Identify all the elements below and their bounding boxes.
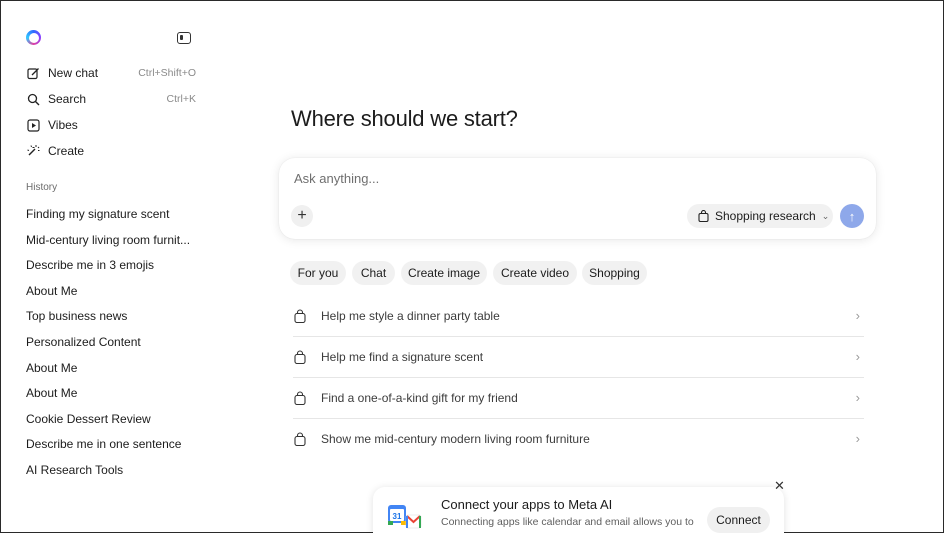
suggestion-item[interactable]: Help me find a signature scent ›	[293, 336, 864, 377]
history-item[interactable]: Cookie Dessert Review	[26, 412, 206, 426]
mode-label: Shopping research	[715, 209, 816, 223]
edit-icon	[26, 66, 40, 80]
nav-new-chat[interactable]: New chat Ctrl+Shift+O	[26, 63, 196, 83]
shopping-bag-icon	[294, 349, 306, 364]
chevron-down-icon: ⌄	[821, 210, 830, 221]
page-title: Where should we start?	[291, 106, 518, 131]
suggestion-item[interactable]: Help me style a dinner party table ›	[293, 295, 864, 336]
history-item[interactable]: Describe me in 3 emojis	[26, 258, 206, 272]
history-item[interactable]: AI Research Tools	[26, 463, 206, 477]
nav-create[interactable]: Create	[26, 141, 196, 161]
sidebar-toggle-icon[interactable]	[177, 32, 191, 44]
add-attachment-button[interactable]: +	[291, 205, 313, 227]
shortcut-hint: Ctrl+Shift+O	[138, 67, 196, 79]
suggestion-label: Help me style a dinner party table	[321, 308, 500, 323]
meta-ai-logo-icon[interactable]	[26, 30, 41, 45]
shortcut-hint: Ctrl+K	[166, 93, 196, 105]
history-item[interactable]: Personalized Content	[26, 335, 206, 349]
chevron-right-icon: ›	[855, 308, 860, 323]
close-icon[interactable]: ✕	[774, 478, 785, 494]
history-item[interactable]: Mid-century living room furnit...	[26, 233, 206, 247]
suggestion-item[interactable]: Find a one-of-a-kind gift for my friend …	[293, 377, 864, 418]
calendar-gmail-icon: 31	[387, 503, 422, 529]
chip-create-video[interactable]: Create video	[493, 261, 577, 285]
composer: + Shopping research ⌄ ↑	[279, 158, 876, 239]
suggestion-label: Help me find a signature scent	[321, 349, 484, 364]
connect-button[interactable]: Connect	[707, 507, 770, 533]
nav-label: Search	[48, 92, 87, 106]
chevron-right-icon: ›	[855, 349, 860, 364]
nav-label: Vibes	[48, 118, 78, 132]
chip-create-image[interactable]: Create image	[401, 261, 487, 285]
play-icon	[26, 118, 40, 132]
suggestion-item[interactable]: Show me mid-century modern living room f…	[293, 418, 864, 459]
sidebar: New chat Ctrl+Shift+O Search Ctrl+K Vibe…	[1, 1, 211, 533]
sparkle-icon	[26, 144, 40, 158]
nav-search[interactable]: Search Ctrl+K	[26, 89, 196, 109]
shopping-bag-icon	[294, 390, 306, 405]
suggestion-label: Find a one-of-a-kind gift for my friend	[321, 390, 518, 405]
history-heading: History	[26, 182, 58, 193]
search-icon	[26, 92, 40, 106]
history-item[interactable]: About Me	[26, 386, 206, 400]
nav-vibes[interactable]: Vibes	[26, 115, 196, 135]
card-title: Connect your apps to Meta AI	[441, 497, 613, 512]
history-item[interactable]: About Me	[26, 284, 206, 298]
connect-apps-card: 31 Connect your apps to Meta AI Connecti…	[373, 487, 784, 533]
history-item[interactable]: Finding my signature scent	[26, 207, 206, 221]
chip-shopping[interactable]: Shopping	[582, 261, 647, 285]
shopping-bag-icon	[294, 431, 306, 446]
history-item[interactable]: Describe me in one sentence	[26, 437, 206, 451]
mode-selector[interactable]: Shopping research ⌄	[687, 204, 833, 228]
chevron-right-icon: ›	[855, 431, 860, 446]
nav-label: Create	[48, 144, 85, 158]
prompt-input[interactable]	[294, 171, 694, 186]
nav-label: New chat	[48, 66, 99, 80]
history-item[interactable]: Top business news	[26, 309, 206, 323]
plus-icon: +	[297, 207, 307, 224]
chip-for-you[interactable]: For you	[290, 261, 346, 285]
arrow-up-icon: ↑	[848, 208, 856, 224]
history-item[interactable]: About Me	[26, 361, 206, 375]
suggestion-label: Show me mid-century modern living room f…	[321, 431, 590, 446]
svg-text:31: 31	[393, 512, 402, 521]
shopping-bag-icon	[294, 308, 306, 323]
chip-chat[interactable]: Chat	[352, 261, 395, 285]
chevron-right-icon: ›	[855, 390, 860, 405]
shopping-bag-icon	[698, 210, 709, 222]
send-button[interactable]: ↑	[840, 204, 864, 228]
card-description: Connecting apps like calendar and email …	[441, 516, 694, 528]
